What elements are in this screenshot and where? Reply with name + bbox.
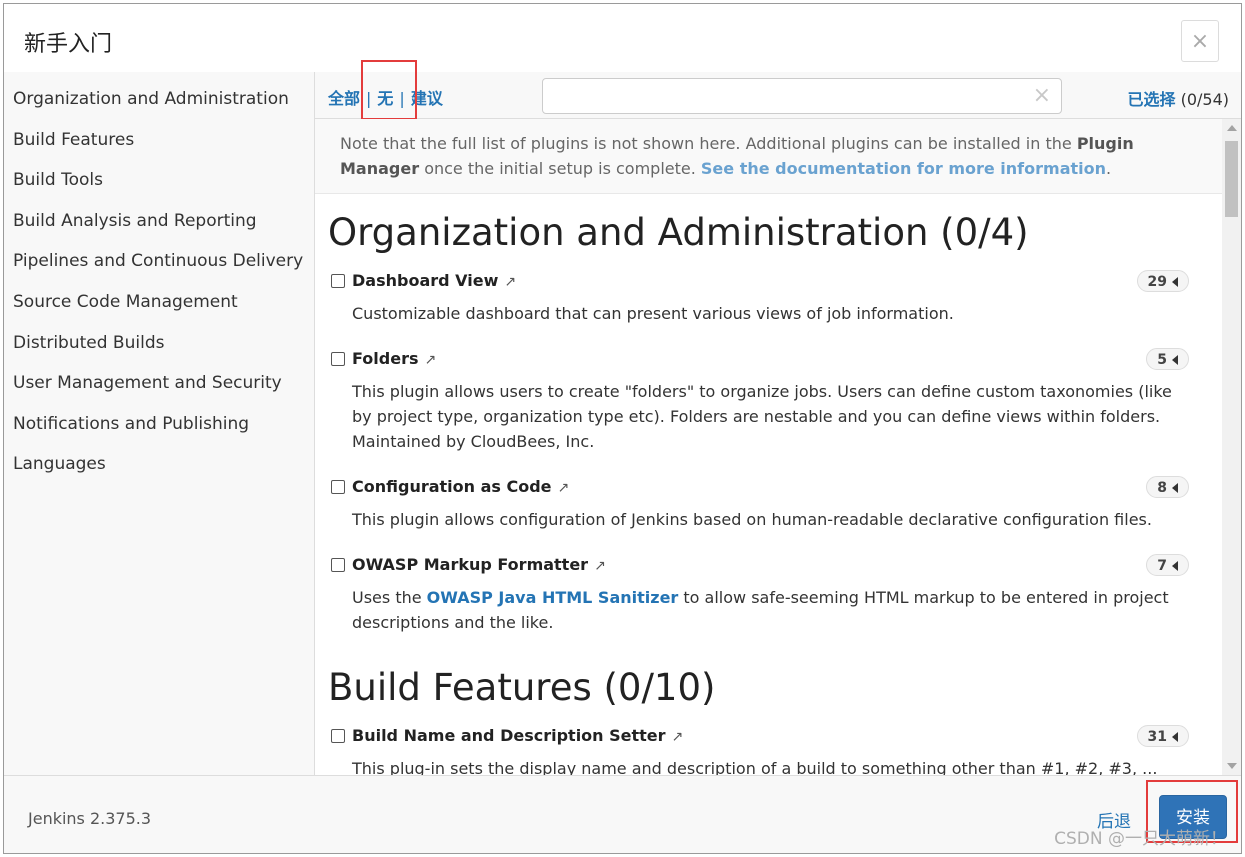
caret-left-icon [1172, 355, 1178, 365]
external-link-icon[interactable]: ↗ [424, 351, 436, 368]
plugin-description: This plug-in sets the display name and d… [352, 759, 1158, 775]
sidebar-item-build-analysis-and-reporting[interactable]: Build Analysis and Reporting [4, 201, 314, 242]
documentation-link[interactable]: See the documentation for more informati… [701, 159, 1106, 178]
watermark: CSDN @一只大萌新！ [1054, 829, 1227, 849]
dependency-count-badge[interactable]: 31 [1136, 725, 1189, 747]
close-button[interactable]: × [1181, 20, 1219, 62]
category-heading: Build Features (0/10) [328, 666, 716, 709]
dependency-count: 5 [1157, 352, 1167, 368]
note-text: . [1106, 159, 1112, 178]
plugin-description: Uses the OWASP Java HTML Sanitizer to al… [352, 585, 1210, 635]
plugin-toolbar: 全部 | 无 | 建议 × 已选择 (0/54) [315, 60, 1241, 120]
dialog-footer: Jenkins 2.375.3 后退 安装 CSDN @一只大萌新！ [4, 775, 1241, 853]
plugin-item: OWASP Markup Formatter ↗ 7 Uses the OWASP… [315, 546, 1222, 649]
checkbox-unchecked-icon[interactable] [331, 558, 345, 572]
sidebar-item-distributed-builds[interactable]: Distributed Builds [4, 323, 314, 364]
close-icon: × [1190, 29, 1210, 54]
plugin-description: This plugin allows configuration of Jenk… [352, 510, 1152, 529]
plugin-name[interactable]: Configuration as Code [352, 477, 552, 496]
plugin-description: This plugin allows users to create "fold… [352, 382, 1172, 451]
dependency-count-badge[interactable]: 29 [1136, 270, 1189, 292]
external-link-icon[interactable]: ↗ [558, 479, 570, 496]
plugin-list: Note that the full list of plugins is no… [315, 119, 1222, 775]
note-text: once the initial setup is complete. [419, 159, 701, 178]
annotation-highlight-box [361, 60, 417, 120]
plugin-name[interactable]: Dashboard View [352, 271, 498, 290]
plugin-name[interactable]: Build Name and Description Setter [352, 726, 666, 745]
plugin-name[interactable]: OWASP Markup Formatter [352, 555, 588, 574]
plugin-name[interactable]: Folders [352, 349, 418, 368]
plugin-note: Note that the full list of plugins is no… [315, 119, 1222, 194]
plugin-search-input[interactable] [551, 84, 1025, 110]
external-link-icon[interactable]: ↗ [672, 728, 684, 745]
owasp-sanitizer-link[interactable]: OWASP Java HTML Sanitizer [427, 588, 679, 607]
plugin-description: Customizable dashboard that can present … [352, 304, 954, 323]
category-heading: Organization and Administration (0/4) [328, 211, 1029, 254]
plugin-item: Configuration as Code ↗ 8 This plugin all… [315, 468, 1222, 546]
selected-count-value: (0/54) [1180, 90, 1229, 109]
select-all-link[interactable]: 全部 [328, 89, 360, 108]
caret-left-icon [1172, 277, 1178, 287]
caret-left-icon [1172, 732, 1178, 742]
sidebar-item-notifications-and-publishing[interactable]: Notifications and Publishing [4, 404, 314, 445]
plugin-item: Dashboard View ↗ 29 Customizable dashboar… [315, 262, 1222, 340]
dependency-count: 29 [1147, 274, 1167, 290]
dependency-count: 31 [1147, 729, 1167, 745]
dialog-title: 新手入门 [24, 32, 113, 57]
checkbox-unchecked-icon[interactable] [331, 480, 345, 494]
external-link-icon[interactable]: ↗ [504, 273, 516, 290]
sidebar-item-build-tools[interactable]: Build Tools [4, 160, 314, 201]
sidebar-item-pipelines-and-continuous-delivery[interactable]: Pipelines and Continuous Delivery [4, 241, 314, 282]
scroll-up-arrow-icon[interactable] [1227, 125, 1237, 131]
dependency-count-badge[interactable]: 8 [1146, 476, 1189, 498]
category-sidebar: Organization and Administration Build Fe… [4, 72, 315, 775]
caret-left-icon [1172, 561, 1178, 571]
selected-label[interactable]: 已选择 [1127, 90, 1175, 109]
sidebar-item-build-features[interactable]: Build Features [4, 120, 314, 161]
checkbox-unchecked-icon[interactable] [331, 352, 345, 366]
setup-wizard-dialog: 新手入门 × Organization and Administration B… [3, 3, 1242, 854]
jenkins-version: Jenkins 2.375.3 [28, 809, 152, 828]
dialog-header: 新手入门 × [4, 4, 1241, 73]
scroll-down-arrow-icon[interactable] [1227, 763, 1237, 769]
clear-search-icon[interactable]: × [1033, 83, 1051, 108]
dependency-count-badge[interactable]: 5 [1146, 348, 1189, 370]
sidebar-item-user-management-and-security[interactable]: User Management and Security [4, 363, 314, 404]
checkbox-unchecked-icon[interactable] [331, 274, 345, 288]
description-text: Uses the [352, 588, 427, 607]
external-link-icon[interactable]: ↗ [594, 557, 606, 574]
selected-counter: 已选择 (0/54) [1127, 86, 1229, 110]
plugin-search-box[interactable]: × [542, 78, 1062, 114]
caret-left-icon [1172, 483, 1178, 493]
dependency-count: 7 [1157, 558, 1167, 574]
dependency-count: 8 [1157, 480, 1167, 496]
scroll-thumb[interactable] [1225, 141, 1238, 217]
checkbox-unchecked-icon[interactable] [331, 729, 345, 743]
plugin-item: Folders ↗ 5 This plugin allows users to c… [315, 340, 1222, 468]
plugin-item: Build Name and Description Setter ↗ 31 Th… [315, 717, 1222, 775]
sidebar-item-organization-and-administration[interactable]: Organization and Administration [4, 79, 314, 120]
dependency-count-badge[interactable]: 7 [1146, 554, 1189, 576]
note-text: Note that the full list of plugins is no… [340, 134, 1077, 153]
sidebar-item-source-code-management[interactable]: Source Code Management [4, 282, 314, 323]
plugin-list-scrollbar[interactable] [1222, 119, 1241, 775]
sidebar-item-languages[interactable]: Languages [4, 444, 314, 485]
